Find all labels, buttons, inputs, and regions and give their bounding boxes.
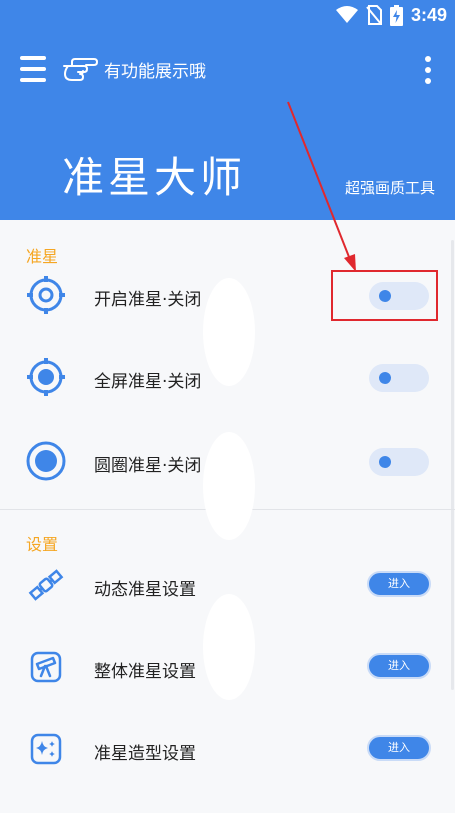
battery-charging-icon (389, 4, 403, 26)
toggle-switch-circle[interactable] (369, 448, 429, 476)
section-title-settings: 设置 (26, 535, 59, 554)
overlay-blur-blob (203, 432, 255, 540)
toggle-knob (379, 456, 391, 468)
more-dot (425, 56, 431, 62)
wifi-icon (335, 6, 358, 23)
toggle-switch-fullscreen[interactable] (369, 364, 429, 392)
row-label: 全屏准星·关闭 (94, 372, 202, 392)
more-dot (425, 67, 431, 73)
overlay-blur-blob (203, 278, 255, 386)
status-bar: 3:49 (0, 0, 455, 30)
app-subtitle: 超强画质工具 (344, 179, 435, 197)
overlay-blur-blob (203, 594, 255, 700)
menu-icon-bar (20, 67, 46, 71)
menu-button[interactable] (20, 56, 48, 82)
hint-text: 有功能展示哦 (104, 61, 206, 82)
satellite-icon (28, 569, 64, 601)
status-clock: 3:49 (410, 4, 447, 25)
settings-row-style: 准星造型设置 进入 (0, 719, 455, 779)
annotation-highlight-box (331, 270, 438, 321)
status-icons: 3:49 (335, 4, 447, 26)
app-header: 3:49 有功能展示哦 准星大师 超强画质工具 (0, 0, 455, 220)
more-options-button[interactable] (423, 56, 433, 84)
app-title: 准星大师 (62, 153, 247, 202)
row-label: 准星造型设置 (94, 744, 196, 764)
pointing-hand-icon (63, 58, 98, 81)
row-label: 圆圈准星·关闭 (94, 456, 202, 476)
enter-button-style[interactable]: 进入 (367, 735, 431, 761)
app-bar: 有功能展示哦 (0, 44, 455, 94)
feature-hint[interactable]: 有功能展示哦 (62, 54, 206, 84)
row-label: 开启准星·关闭 (94, 290, 202, 310)
sparkle-icon (30, 733, 62, 765)
section-title-crosshair: 准星 (26, 247, 59, 266)
toggle-knob (379, 372, 391, 384)
menu-icon-bar (20, 78, 46, 82)
row-label: 整体准星设置 (94, 662, 196, 682)
telescope-icon (30, 651, 62, 683)
more-dot (425, 78, 431, 84)
crosshair-ring-icon (27, 276, 65, 314)
menu-icon-bar (20, 56, 46, 60)
enter-button-dynamic[interactable]: 进入 (367, 571, 431, 597)
crosshair-filled-icon (27, 358, 65, 396)
row-label: 动态准星设置 (94, 580, 196, 600)
enter-button-overall[interactable]: 进入 (367, 653, 431, 679)
no-sim-icon (366, 5, 382, 25)
circle-dot-icon (26, 441, 66, 481)
